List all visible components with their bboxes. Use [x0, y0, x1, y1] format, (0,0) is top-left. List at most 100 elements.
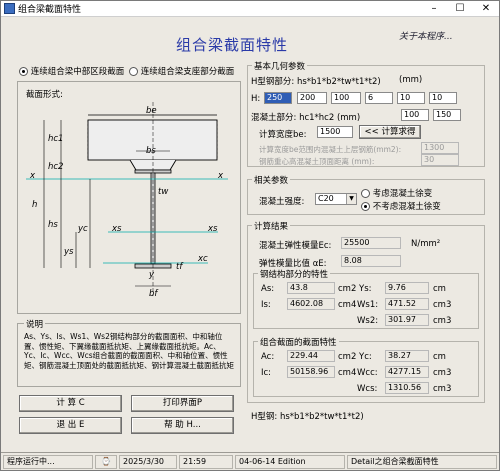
status-time: 21:59 [179, 455, 233, 469]
status-bar: 程序运行中... ⌚ 2025/3/30 21:59 04-06-14 Edit… [1, 452, 499, 470]
ec-label: 混凝土弹性模量Ec: [259, 241, 332, 251]
status-edition: 04-06-14 Edition [235, 455, 345, 469]
ws1-value: 471.52 [385, 298, 429, 310]
tw-input[interactable]: 6 [365, 92, 393, 104]
wcc-label: Wcc: [357, 368, 378, 378]
radio-support-section[interactable]: 连续组合梁支座部分截面 [129, 65, 234, 77]
exit-button[interactable]: 退 出 E [19, 417, 122, 434]
wcc-value: 4277.15 [385, 366, 429, 378]
close-button[interactable]: ✕ [473, 1, 499, 16]
compute-width-button[interactable]: << 计算求得 [359, 125, 421, 139]
ac-unit: cm2 [338, 352, 357, 362]
ws2-label: Ws2: [357, 316, 379, 326]
as-label: As: [261, 284, 275, 294]
chevron-down-icon[interactable]: ▼ [346, 194, 356, 204]
steel-label: H型钢部分: hs*b1*b2*tw*t1*t2) [251, 77, 381, 87]
minimize-button[interactable]: – [421, 1, 447, 16]
hs-label: hs [48, 220, 58, 230]
ratio-value: 8.08 [341, 255, 401, 267]
is-value: 4602.08 [287, 298, 335, 310]
window-title: 组合梁截面特性 [18, 5, 82, 15]
xs-label-right: xs [208, 224, 218, 234]
section-drawing [26, 102, 228, 296]
ws2-unit: cm3 [433, 316, 452, 326]
radio-consider-label: 考虑混凝土徐变 [372, 189, 433, 199]
ws2-value: 301.97 [385, 314, 429, 326]
radio-dot-icon [19, 67, 28, 76]
page-title: 组合梁截面特性 [176, 36, 289, 54]
radio-consider-creep[interactable]: 考虑混凝土徐变 [361, 187, 432, 199]
grade-select[interactable]: C20 ▼ [315, 193, 357, 205]
results-title: 计算结果 [252, 220, 291, 232]
steel-props-title: 钢结构部分的特性 [258, 268, 331, 280]
hc1-input[interactable]: 100 [401, 109, 429, 121]
main-window: 组合梁截面特性 – ☐ ✕ 组合梁截面特性 关于本程序... 连续组合梁中部区段… [0, 0, 500, 471]
ec-value: 25500 [341, 237, 401, 249]
hc2-label: hc2 [48, 162, 64, 172]
bs-label: bs [146, 146, 156, 156]
hc2-input[interactable]: 150 [433, 109, 461, 121]
rebar-distance-label: 钢筋重心高混凝土顶面距离 (mm): [259, 157, 375, 166]
tf-label: tf [176, 262, 183, 272]
t1-input[interactable]: 10 [397, 92, 425, 104]
radio-support-label: 连续组合梁支座部分截面 [140, 67, 235, 77]
as-value: 43.8 [287, 282, 335, 294]
title-bar: 组合梁截面特性 – ☐ ✕ [1, 1, 499, 17]
radio-dot-icon [361, 189, 370, 198]
yc-unit: cm [433, 352, 446, 362]
tw-label: tw [158, 187, 169, 197]
h-label: h [32, 200, 38, 210]
print-button[interactable]: 打印界面P [131, 395, 234, 412]
ys-label: ys [64, 247, 74, 257]
ys-result-label: Ys: [359, 284, 372, 294]
radio-dot-icon [361, 202, 370, 211]
radio-no-creep[interactable]: 不考虑混凝土徐变 [361, 200, 441, 212]
rebar-label: 计算宽度be范围内混凝土上层钢筋(mm2): [259, 145, 402, 154]
ic-unit: cm4 [338, 368, 357, 378]
grade-value: C20 [318, 194, 334, 203]
app-icon [4, 3, 15, 14]
explanation-title: 说明 [24, 318, 46, 330]
ys-value: 9.76 [385, 282, 429, 294]
b2-input[interactable]: 100 [331, 92, 361, 104]
rebar-distance-input[interactable]: 30 [421, 154, 459, 166]
calculate-button[interactable]: 计 算 C [19, 395, 122, 412]
about-link[interactable]: 关于本程序... [399, 29, 453, 42]
t2-input[interactable]: 10 [429, 92, 457, 104]
as-unit: cm2 [338, 284, 357, 294]
ac-value: 229.44 [287, 350, 335, 362]
status-date: 2025/3/30 [119, 455, 177, 469]
wcc-unit: cm3 [433, 368, 452, 378]
bf-label: bf [149, 289, 158, 299]
yc-value: 38.27 [385, 350, 429, 362]
wcs-label: Wcs: [357, 384, 378, 394]
b1-input[interactable]: 200 [297, 92, 327, 104]
grade-label: 混凝土强度: [259, 197, 305, 207]
rebar-input[interactable]: 1300 [421, 142, 459, 154]
ws1-label: Ws1: [357, 300, 379, 310]
hs-input[interactable]: 250 [264, 92, 292, 104]
radio-no-creep-label: 不考虑混凝土徐变 [372, 202, 441, 212]
xs-label-left: xs [112, 224, 122, 234]
ac-label: Ac: [261, 352, 275, 362]
h-input-label: H: [251, 94, 261, 104]
x-label-right: x [218, 171, 224, 181]
radio-middle-label: 连续组合梁中部区段截面 [30, 67, 125, 77]
steel-unit: (mm) [399, 75, 423, 85]
radio-middle-section[interactable]: 连续组合梁中部区段截面 [19, 65, 124, 77]
hc1-label: hc1 [48, 134, 64, 144]
status-detail: Detail之组合梁截面特性 [347, 455, 497, 469]
wcs-value: 1310.56 [385, 382, 429, 394]
ws1-unit: cm3 [433, 300, 452, 310]
help-button[interactable]: 帮 助 H... [131, 417, 234, 434]
radio-dot-icon [129, 67, 138, 76]
ec-unit: N/mm² [411, 239, 441, 249]
wcs-unit: cm3 [433, 384, 452, 394]
status-running: 程序运行中... [3, 455, 93, 469]
clock-icon: ⌚ [95, 455, 117, 469]
maximize-button[interactable]: ☐ [447, 1, 473, 16]
width-label: 计算宽度be: [259, 130, 307, 140]
be-input[interactable]: 1500 [317, 126, 353, 138]
be-label: be [146, 106, 157, 116]
x-label-left: x [30, 171, 36, 181]
